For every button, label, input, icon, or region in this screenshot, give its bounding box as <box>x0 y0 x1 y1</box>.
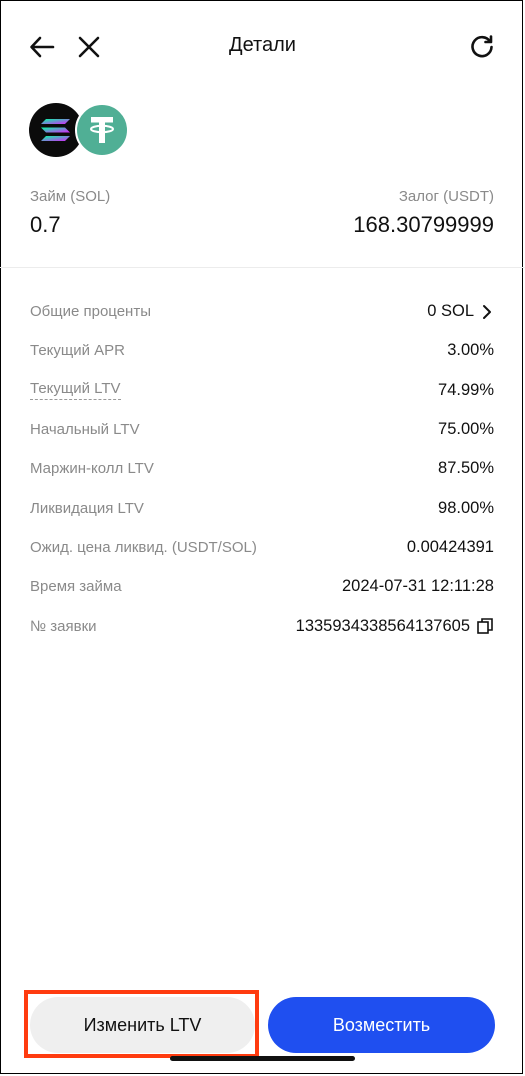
copy-icon[interactable] <box>476 617 494 635</box>
detail-label: Маржин-колл LTV <box>30 460 154 478</box>
loan-value: 0.7 <box>30 212 61 237</box>
detail-value: 1335934338564137605 <box>295 616 470 635</box>
highlight-box <box>24 990 259 1058</box>
detail-value: 75.00% <box>438 420 494 439</box>
detail-label: Ожид. цена ликвид. (USDT/SOL) <box>30 538 257 556</box>
detail-label: Начальный LTV <box>30 421 140 439</box>
detail-value: 0.00424391 <box>406 537 494 556</box>
detail-row-current-ltv: Текущий LTV 74.99% <box>30 371 494 410</box>
divider <box>0 267 525 268</box>
page-title: Детали <box>229 34 296 56</box>
detail-row-liquidation-ltv: Ликвидация LTV 98.00% <box>30 488 494 527</box>
detail-label: Ликвидация LTV <box>30 499 144 517</box>
detail-row-initial-ltv: Начальный LTV 75.00% <box>30 410 494 449</box>
chevron-right-icon <box>483 304 491 319</box>
detail-value: 3.00% <box>447 341 494 360</box>
refresh-icon[interactable] <box>464 29 500 65</box>
detail-row-loan-time: Время займа 2024-07-31 12:11:28 <box>30 567 494 606</box>
detail-label: Время займа <box>30 578 122 596</box>
detail-value: 0 SOL <box>427 302 474 321</box>
detail-row-order-id: № заявки 1335934338564137605 <box>30 606 494 645</box>
detail-value: 2024-07-31 12:11:28 <box>342 577 494 596</box>
top-bar: Детали <box>0 28 525 68</box>
loan-label: Займ (SOL) <box>30 188 111 205</box>
detail-label: Общие проценты <box>30 303 151 321</box>
coin-pair <box>29 103 139 159</box>
detail-label: № заявки <box>30 617 97 635</box>
home-indicator <box>170 1056 355 1061</box>
collateral-label: Залог (USDT) <box>398 188 494 205</box>
detail-row-margin-call-ltv: Маржин-колл LTV 87.50% <box>30 449 494 488</box>
detail-row-current-apr: Текущий APR 3.00% <box>30 331 494 370</box>
repay-button[interactable]: Возместить <box>268 997 495 1053</box>
detail-value: 98.00% <box>438 498 494 517</box>
detail-label-tooltip[interactable]: Текущий LTV <box>30 380 121 401</box>
detail-label: Текущий APR <box>30 342 126 360</box>
detail-row-expected-liquidation-price: Ожид. цена ликвид. (USDT/SOL) 0.00424391 <box>30 528 494 567</box>
collateral-value: 168.30799999 <box>353 212 494 237</box>
tether-icon <box>75 103 129 157</box>
detail-value: 87.50% <box>438 459 494 478</box>
bottom-action-bar: Изменить LTV Возместить <box>0 990 525 1060</box>
detail-value: 74.99% <box>438 380 494 399</box>
detail-row-total-interest[interactable]: Общие проценты 0 SOL <box>30 292 494 331</box>
details-list: Общие проценты 0 SOL Текущий APR 3.00% Т… <box>30 292 494 646</box>
